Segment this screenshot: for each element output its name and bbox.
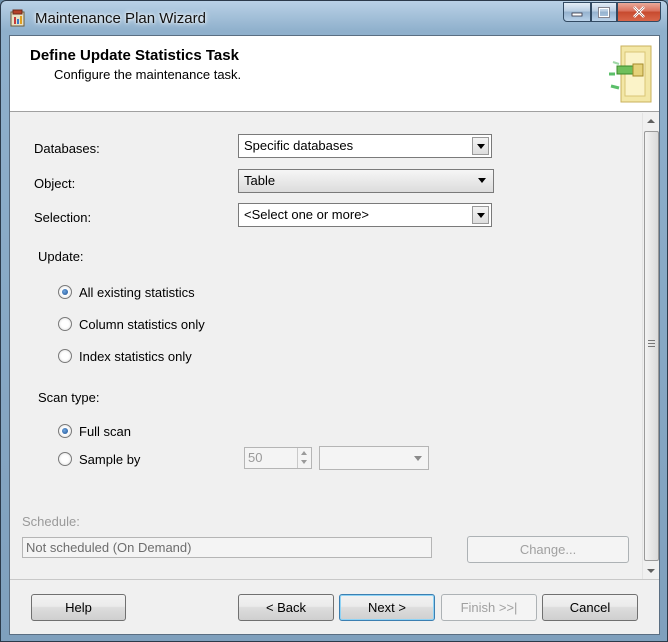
- sample-by-value: 50: [248, 450, 263, 465]
- scan-type-label: Scan type:: [38, 390, 100, 405]
- wizard-banner-icon: [609, 45, 652, 103]
- back-button[interactable]: < Back: [238, 594, 334, 621]
- window-title: Maintenance Plan Wizard: [35, 10, 206, 27]
- close-icon: [633, 6, 645, 18]
- selection-label: Selection:: [34, 210, 92, 225]
- vertical-scrollbar[interactable]: [642, 113, 659, 579]
- sample-by-radio[interactable]: [58, 452, 72, 466]
- maximize-icon: [598, 6, 610, 18]
- page-subtitle: Configure the maintenance task.: [54, 67, 242, 82]
- databases-dropdown[interactable]: Specific databases: [238, 134, 492, 158]
- schedule-field: Not scheduled (On Demand): [22, 537, 432, 558]
- chevron-down-icon: [474, 172, 491, 190]
- schedule-label: Schedule:: [22, 514, 80, 529]
- index-statistics-only-label[interactable]: Index statistics only: [79, 349, 192, 364]
- change-schedule-button[interactable]: Change...: [467, 536, 629, 563]
- next-button[interactable]: Next >: [339, 594, 435, 621]
- page-title: Define Update Statistics Task: [30, 47, 239, 64]
- caption-buttons: [563, 2, 661, 22]
- help-button[interactable]: Help: [31, 594, 126, 621]
- task-options-panel: Databases: Specific databases Object: Ta…: [10, 113, 659, 579]
- title-bar[interactable]: Maintenance Plan Wizard: [1, 1, 667, 35]
- grip-icon: [648, 340, 655, 348]
- close-button[interactable]: [617, 2, 661, 22]
- databases-label: Databases:: [34, 141, 100, 156]
- full-scan-radio[interactable]: [58, 424, 72, 438]
- scrollbar-thumb[interactable]: [644, 131, 659, 561]
- minimize-icon: [571, 12, 583, 17]
- sample-unit-dropdown[interactable]: [319, 446, 429, 470]
- scroll-up-icon[interactable]: [643, 113, 660, 130]
- index-statistics-only-radio[interactable]: [58, 349, 72, 363]
- chevron-down-icon: [472, 206, 489, 224]
- minimize-button[interactable]: [563, 2, 591, 22]
- footer-divider: [10, 579, 659, 580]
- finish-button[interactable]: Finish >>|: [441, 594, 537, 621]
- update-label: Update:: [38, 249, 84, 264]
- all-existing-statistics-label[interactable]: All existing statistics: [79, 285, 195, 300]
- maximize-button[interactable]: [591, 2, 617, 22]
- wizard-window: Maintenance Plan Wizard Define Update St…: [0, 0, 668, 642]
- column-statistics-only-label[interactable]: Column statistics only: [79, 317, 205, 332]
- sample-by-value-stepper[interactable]: 50: [244, 447, 312, 469]
- object-value: Table: [244, 173, 276, 188]
- scroll-down-icon[interactable]: [643, 562, 660, 579]
- maintenance-plan-icon: [10, 9, 25, 27]
- stepper-down-icon[interactable]: [298, 458, 311, 468]
- databases-value: Specific databases: [244, 138, 354, 153]
- selection-dropdown[interactable]: <Select one or more>: [238, 203, 492, 227]
- wizard-header: Define Update Statistics Task Configure …: [10, 36, 659, 112]
- cancel-button[interactable]: Cancel: [542, 594, 638, 621]
- full-scan-label[interactable]: Full scan: [79, 424, 131, 439]
- object-dropdown[interactable]: Table: [238, 169, 494, 193]
- sample-by-label[interactable]: Sample by: [79, 452, 140, 467]
- object-label: Object:: [34, 176, 76, 191]
- stepper-up-icon[interactable]: [298, 448, 311, 458]
- chevron-down-icon: [472, 137, 489, 155]
- selection-value: <Select one or more>: [244, 207, 370, 222]
- all-existing-statistics-radio[interactable]: [58, 285, 72, 299]
- wizard-client-area: Define Update Statistics Task Configure …: [9, 35, 660, 635]
- stepper-buttons[interactable]: [297, 448, 311, 468]
- column-statistics-only-radio[interactable]: [58, 317, 72, 331]
